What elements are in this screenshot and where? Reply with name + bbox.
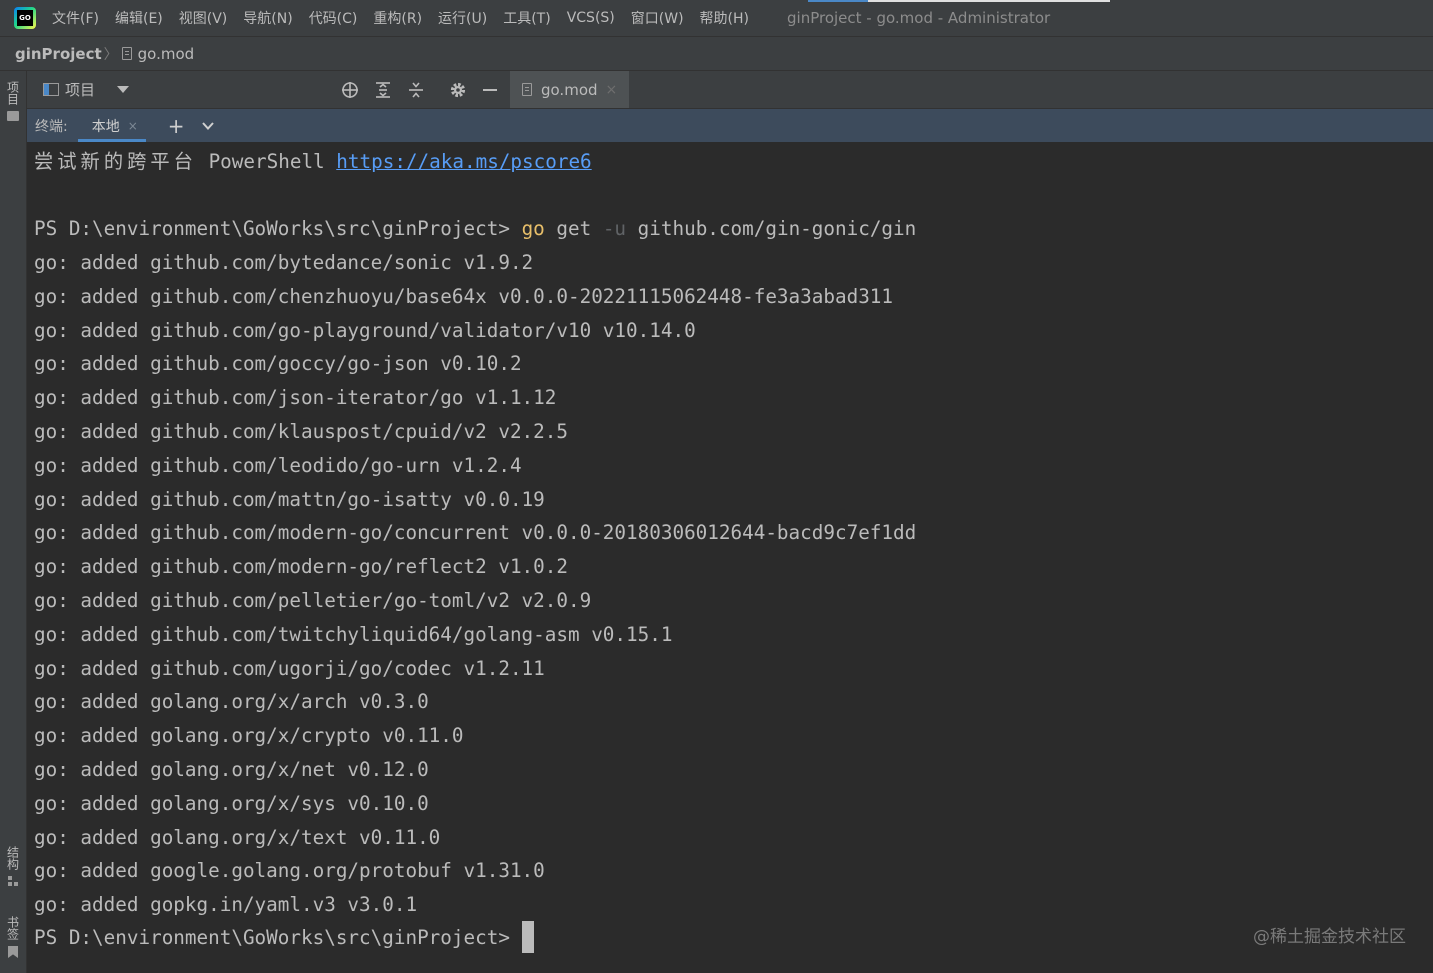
bookmark-icon (8, 946, 18, 958)
terminal-tab-local[interactable]: 本地 × (77, 109, 146, 142)
menu-view[interactable]: 视图(V) (179, 8, 228, 28)
command-line: PS D:\environment\GoWorks\src\ginProject… (34, 212, 916, 246)
output-line: go: added github.com/go-playground/valid… (34, 318, 696, 342)
expand-all-icon[interactable] (373, 80, 393, 100)
project-tool-label: 项目 (5, 81, 20, 105)
file-icon (121, 47, 132, 60)
menu-file[interactable]: 文件(F) (52, 8, 99, 28)
hide-panel-icon[interactable] (480, 80, 500, 100)
menu-refactor[interactable]: 重构(R) (373, 8, 422, 28)
gear-icon[interactable] (448, 80, 468, 100)
final-prompt-line: PS D:\environment\GoWorks\src\ginProject… (34, 920, 534, 955)
output-line: go: added golang.org/x/sys v0.10.0 (34, 791, 429, 815)
output-line: go: added github.com/chenzhuoyu/base64x … (34, 284, 894, 308)
project-view-selector[interactable]: 项目 (43, 71, 95, 108)
command-name: go (521, 217, 545, 240)
command-flag: -u (602, 217, 627, 240)
title-accent-bar (808, 0, 868, 2)
editor-tab-label: go.mod (541, 80, 598, 99)
plus-icon[interactable]: + (168, 116, 185, 136)
output-line: go: added github.com/ugorji/go/codec v1.… (34, 656, 545, 680)
title-highlight-bar (868, 0, 1110, 2)
output-line: go: added github.com/json-iterator/go v1… (34, 386, 557, 410)
text-cursor (521, 920, 534, 953)
folder-icon (7, 111, 19, 121)
output-line: go: added github.com/twitchyliquid64/gol… (34, 622, 673, 646)
breadcrumb-file[interactable]: go.mod (138, 45, 195, 63)
collapse-all-icon[interactable] (406, 80, 426, 100)
output-line: go: added github.com/bytedance/sonic v1.… (34, 251, 534, 274)
goland-logo-icon[interactable]: GO (14, 7, 36, 29)
close-icon[interactable]: × (606, 82, 618, 98)
output-line: go: added gopkg.in/yaml.v3 v3.0.1 (34, 893, 418, 917)
menu-tools[interactable]: 工具(T) (503, 8, 550, 28)
output-line: go: added github.com/modern-go/concurren… (34, 521, 917, 545)
terminal-tab-label: 本地 (91, 118, 120, 135)
prompt: PS D:\environment\GoWorks\src\ginProject… (34, 217, 522, 240)
left-tool-stripe: 项目 结构 书签 (0, 71, 27, 973)
editor-tab-go-mod[interactable]: go.mod × (510, 71, 629, 108)
output-line: go: added github.com/klauspost/cpuid/v2 … (34, 420, 568, 443)
output-line: go: added github.com/goccy/go-json v0.10… (34, 352, 522, 376)
intro-text: 尝试新的跨平台 (34, 150, 197, 173)
output-line: go: added github.com/leodido/go-urn v1.2… (34, 453, 522, 477)
structure-icon (8, 876, 18, 886)
output-line: go: added golang.org/x/text v0.11.0 (34, 825, 441, 849)
output-line: go: added github.com/mattn/go-isatty v0.… (34, 487, 545, 511)
chevron-down-icon[interactable] (201, 119, 215, 133)
menu-navigate[interactable]: 导航(N) (243, 8, 292, 28)
menu-help[interactable]: 帮助(H) (700, 8, 749, 28)
bookmarks-tool-label: 书签 (5, 916, 20, 940)
menu-run[interactable]: 运行(U) (438, 8, 487, 28)
structure-tool-button[interactable]: 结构 (4, 846, 22, 886)
chevron-right-icon: 〉 (103, 46, 118, 63)
menu-code[interactable]: 代码(C) (309, 8, 358, 28)
menu-edit[interactable]: 编辑(E) (115, 8, 163, 28)
terminal-header: 终端: 本地 × + (27, 109, 1433, 142)
menu-vcs[interactable]: VCS(S) (567, 10, 615, 26)
menu-window[interactable]: 窗口(W) (631, 8, 684, 28)
breadcrumb: ginProject 〉 go.mod (0, 37, 1433, 71)
output-line: go: added golang.org/x/net v0.12.0 (34, 758, 429, 781)
window-title: ginProject - go.mod - Administrator (787, 9, 1051, 27)
bookmarks-tool-button[interactable]: 书签 (4, 916, 22, 958)
intro-mid: PowerShell (196, 150, 337, 173)
menu-bar: GO 文件(F) 编辑(E) 视图(V) 导航(N) 代码(C) 重构(R) 运… (0, 0, 1433, 37)
close-icon[interactable]: × (128, 119, 138, 133)
output-line: go: added github.com/pelletier/go-toml/v… (34, 589, 592, 612)
project-tool-button[interactable]: 项目 (4, 81, 22, 121)
output-line: go: added github.com/modern-go/reflect2 … (34, 555, 568, 579)
watermark: @稀土掘金技术社区 (1253, 927, 1406, 947)
project-view-label: 项目 (65, 81, 96, 99)
structure-tool-label: 结构 (5, 846, 20, 870)
file-icon (522, 83, 532, 96)
command-sub: get (544, 217, 603, 240)
output-line: go: added google.golang.org/protobuf v1.… (34, 859, 545, 883)
project-view-icon (43, 83, 59, 96)
project-toolbar: 项目 go.mod × (27, 71, 1433, 109)
output-line: go: added golang.org/x/crypto v0.11.0 (34, 724, 464, 748)
chevron-down-icon[interactable] (117, 86, 129, 93)
terminal-intro-line: 尝试新的跨平台 PowerShell https://aka.ms/pscore… (34, 145, 592, 179)
terminal-output[interactable]: 尝试新的跨平台 PowerShell https://aka.ms/pscore… (27, 143, 1433, 973)
command-arg: github.com/gin-gonic/gin (626, 217, 917, 240)
terminal-label: 终端: (35, 118, 68, 135)
breadcrumb-project[interactable]: ginProject (15, 45, 102, 63)
output-line: go: added golang.org/x/arch v0.3.0 (34, 690, 429, 714)
powershell-link[interactable]: https://aka.ms/pscore6 (336, 150, 591, 173)
final-prompt: PS D:\environment\GoWorks\src\ginProject… (34, 926, 522, 949)
locate-icon[interactable] (340, 80, 360, 100)
